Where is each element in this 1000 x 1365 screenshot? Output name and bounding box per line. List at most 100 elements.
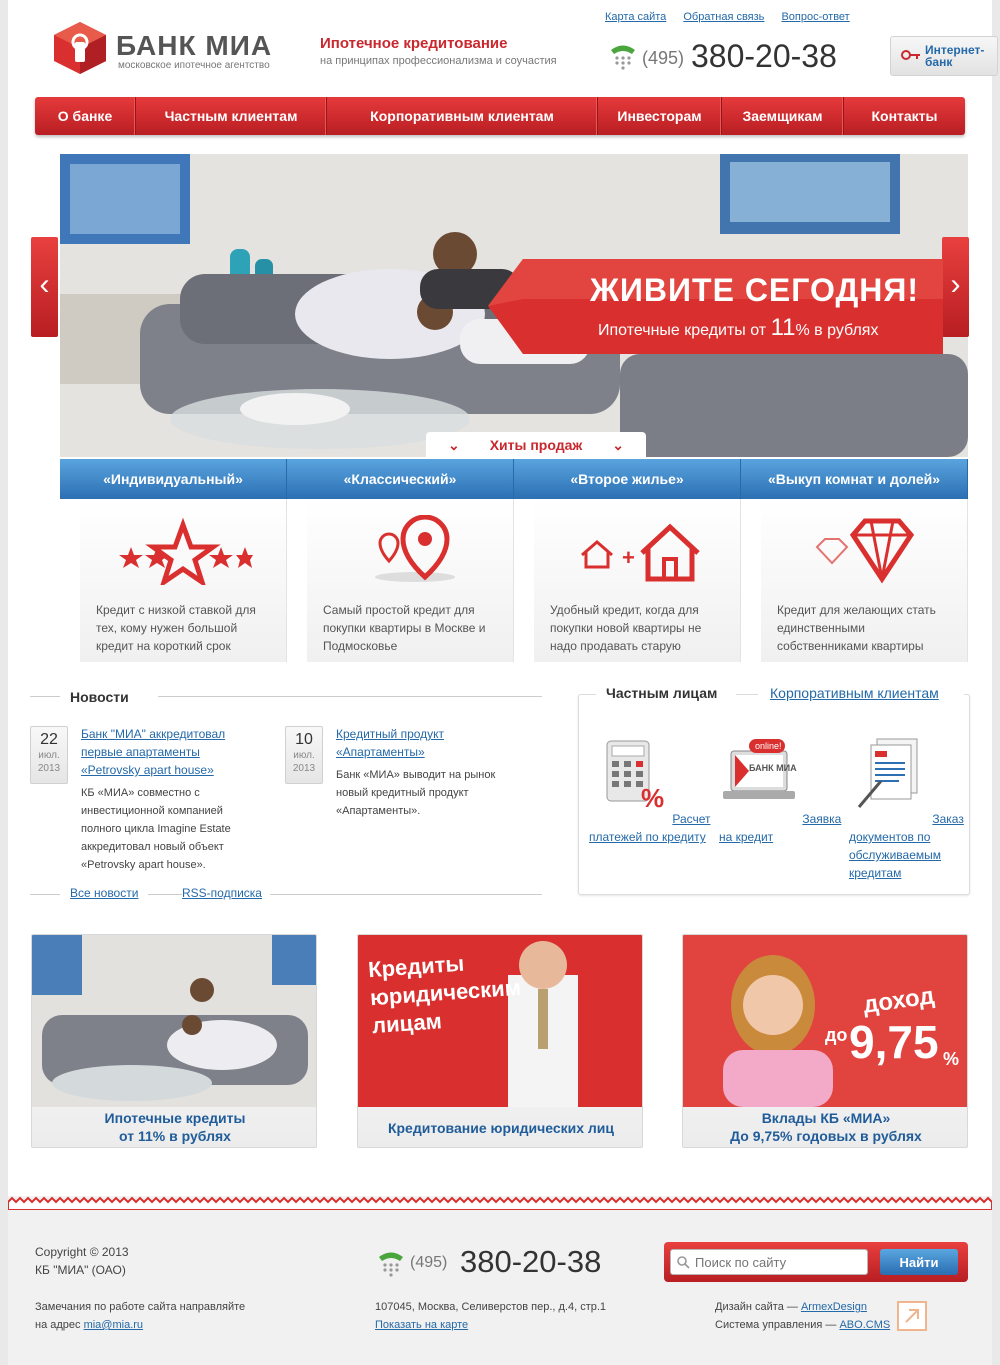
nav-item-contacts[interactable]: Контакты xyxy=(844,97,965,135)
laptop-online-icon: БАНК МИА online! xyxy=(723,739,797,799)
phone-icon xyxy=(611,45,635,70)
phone-icon xyxy=(379,1252,403,1277)
news-title-link[interactable]: Банк "МИА" аккредитовал первые апартамен… xyxy=(81,725,251,779)
product-cards: «Индивидуальный» Кредит с низкой ставкой… xyxy=(60,459,968,662)
search-input[interactable] xyxy=(670,1249,868,1275)
product-title[interactable]: «Классический» xyxy=(287,459,514,499)
nav-item-investors[interactable]: Инвесторам xyxy=(598,97,722,135)
product-description: Удобный кредит, когда для покупки новой … xyxy=(550,603,702,653)
hits-tab[interactable]: ⌄ Хиты продаж ⌄ xyxy=(426,432,646,459)
internet-bank-label: Интернет- банк xyxy=(925,43,985,69)
footer-phone-code: (495) xyxy=(410,1254,448,1271)
banner-mortgage[interactable]: Ипотечные кредиты от 11% в рублях xyxy=(31,934,317,1148)
private-tabs: Частным лицам Корпоративным клиентам xyxy=(578,685,970,707)
main-nav: О банке Частным клиентам Корпоративным к… xyxy=(35,97,965,135)
external-arrow-icon[interactable] xyxy=(896,1300,928,1332)
nav-item-borrowers[interactable]: Заемщикам xyxy=(722,97,844,135)
banner-overlay-rate: 9,75 xyxy=(849,1016,939,1068)
feedback-link[interactable]: Обратная связь xyxy=(683,11,764,23)
sitemap-link[interactable]: Карта сайта xyxy=(605,11,666,23)
product-title[interactable]: «Выкуп комнат и долей» xyxy=(741,459,968,499)
house-plus-house-icon: + xyxy=(581,523,700,582)
tagline-title: Ипотечное кредитование xyxy=(320,35,508,52)
chevron-down-icon: ⌄ xyxy=(448,437,460,453)
news-footer-links: Все новости RSS-подписка xyxy=(30,886,542,906)
service-loan-request[interactable]: БАНК МИА online! Заявка на кредит xyxy=(719,735,849,846)
calculator-icon: % xyxy=(606,740,664,813)
news-text: КБ «МИА» совместно с инвестиционной комп… xyxy=(81,787,231,871)
svg-text:+: + xyxy=(622,545,635,570)
banner-caption: Ипотечные кредиты от 11% в рублях xyxy=(104,1110,246,1144)
news-date: 10 июл. 2013 xyxy=(285,726,323,784)
phone-code: (495) xyxy=(642,48,685,68)
hits-label: Хиты продаж xyxy=(489,437,583,453)
top-links: Карта сайта Обратная связь Вопрос-ответ xyxy=(605,11,864,23)
tagline-subtitle: на принципах профессионализма и соучасти… xyxy=(320,55,557,67)
news-heading: Новости xyxy=(70,689,129,705)
stars-icon xyxy=(119,517,253,585)
site-search: Найти xyxy=(664,1242,968,1282)
banner-caption: Кредитование юридических лиц xyxy=(387,1120,615,1136)
documents-icon xyxy=(857,738,918,808)
tab-corporate[interactable]: Корпоративным клиентам xyxy=(770,685,939,701)
promo-title: ЖИВИТЕ СЕГОДНЯ! xyxy=(590,272,920,308)
banner-deposits[interactable]: доход до 9,75 % Вклады КБ «МИА» До 9,75%… xyxy=(682,934,968,1148)
service-link[interactable]: Заявка на кредит xyxy=(719,812,841,844)
product-description: Кредит для желающих стать единственными … xyxy=(777,603,936,653)
banner-overlay-text: Кредиты юридическим лицам xyxy=(367,950,522,1039)
footer-remarks: Замечания по работе сайта направляйте на… xyxy=(35,1301,246,1331)
all-news-link[interactable]: Все новости xyxy=(70,886,138,900)
service-link[interactable]: Расчет платежей по кредиту xyxy=(589,812,711,844)
tab-private[interactable]: Частным лицам xyxy=(596,685,736,707)
news-date: 22 июл. 2013 xyxy=(30,726,68,784)
banner-corporate[interactable]: Кредиты юридическим лицам Кредитование ю… xyxy=(357,934,643,1148)
svg-text:БАНК МИА: БАНК МИА xyxy=(749,763,797,773)
map-pin-icon xyxy=(375,515,455,582)
nav-item-private[interactable]: Частным клиентам xyxy=(136,97,327,135)
cms-link[interactable]: ABO.CMS xyxy=(839,1319,890,1331)
product-description: Самый простой кредит для покупки квартир… xyxy=(323,603,486,653)
footer-phone-number: 380‑20‑38 xyxy=(460,1244,602,1279)
svg-text:online!: online! xyxy=(755,741,782,751)
search-button[interactable]: Найти xyxy=(880,1249,958,1275)
search-icon xyxy=(677,1256,690,1269)
nav-item-corporate[interactable]: Корпоративным клиентам xyxy=(327,97,598,135)
design-link[interactable]: ArmexDesign xyxy=(801,1301,867,1313)
phone-number: 380‑20‑38 xyxy=(691,38,837,74)
faq-link[interactable]: Вопрос-ответ xyxy=(781,11,849,23)
brand-name[interactable]: БАНК МИА xyxy=(116,30,272,62)
banner-caption: Вклады КБ «МИА» До 9,75% годовых в рубля… xyxy=(730,1110,922,1144)
footer-credits: Дизайн сайта — ArmexDesign Система управ… xyxy=(715,1301,891,1331)
service-link[interactable]: Заказ документов по обслуживаемым кредит… xyxy=(849,812,964,880)
promo-subtitle: Ипотечные кредиты от 11% в рублях xyxy=(598,314,879,341)
logo-cube-icon[interactable] xyxy=(52,20,108,76)
nav-item-about[interactable]: О банке xyxy=(35,97,136,135)
banner-overlay-pre: до xyxy=(825,1025,848,1045)
internet-bank-button[interactable]: Интернет- банк xyxy=(890,36,998,76)
banner-overlay-percent: % xyxy=(943,1049,960,1069)
product-title[interactable]: «Второе жилье» xyxy=(514,459,741,499)
slider-prev-button[interactable]: ‹ xyxy=(31,237,58,337)
product-card-buyout[interactable]: «Выкуп комнат и долей» Кредит для желающ… xyxy=(741,459,968,662)
product-card-second-home[interactable]: «Второе жилье» + Удобный кредит, когда д… xyxy=(514,459,741,662)
chevron-down-icon: ⌄ xyxy=(612,437,624,453)
footer-address-block: 107045, Москва, Селиверстов пер., д.4, с… xyxy=(375,1298,606,1334)
slider-next-button[interactable]: › xyxy=(942,237,969,337)
banner-mortgage-image xyxy=(32,935,316,1107)
page: БАНК МИА московское ипотечное агентство … xyxy=(8,0,998,1365)
diamond-icon xyxy=(815,518,915,584)
rss-link[interactable]: RSS-подписка xyxy=(182,886,262,900)
product-title[interactable]: «Индивидуальный» xyxy=(60,459,287,499)
product-card-individual[interactable]: «Индивидуальный» Кредит с низкой ставкой… xyxy=(60,459,287,662)
service-payment-calc[interactable]: % Расчет платежей по кредиту xyxy=(589,735,719,846)
footer-copyright: Copyright © 2013 КБ "МИА" (ОАО) xyxy=(35,1245,129,1277)
show-map-link[interactable]: Показать на карте xyxy=(375,1319,468,1331)
news-text: Банк «МИА» выводит на рынок новый кредит… xyxy=(336,769,496,817)
brand-subtitle: московское ипотечное агентство xyxy=(118,60,270,71)
service-documents[interactable]: Заказ документов по обслуживаемым кредит… xyxy=(849,735,979,882)
private-services-panel: % Расчет платежей по кредиту БАНК МИА on… xyxy=(578,694,970,895)
svg-text:%: % xyxy=(641,783,664,813)
email-link[interactable]: mia@mia.ru xyxy=(84,1319,143,1331)
news-title-link[interactable]: Кредитный продукт «Апартаменты» xyxy=(336,725,506,761)
product-card-classic[interactable]: «Классический» Самый простой кредит для … xyxy=(287,459,514,662)
